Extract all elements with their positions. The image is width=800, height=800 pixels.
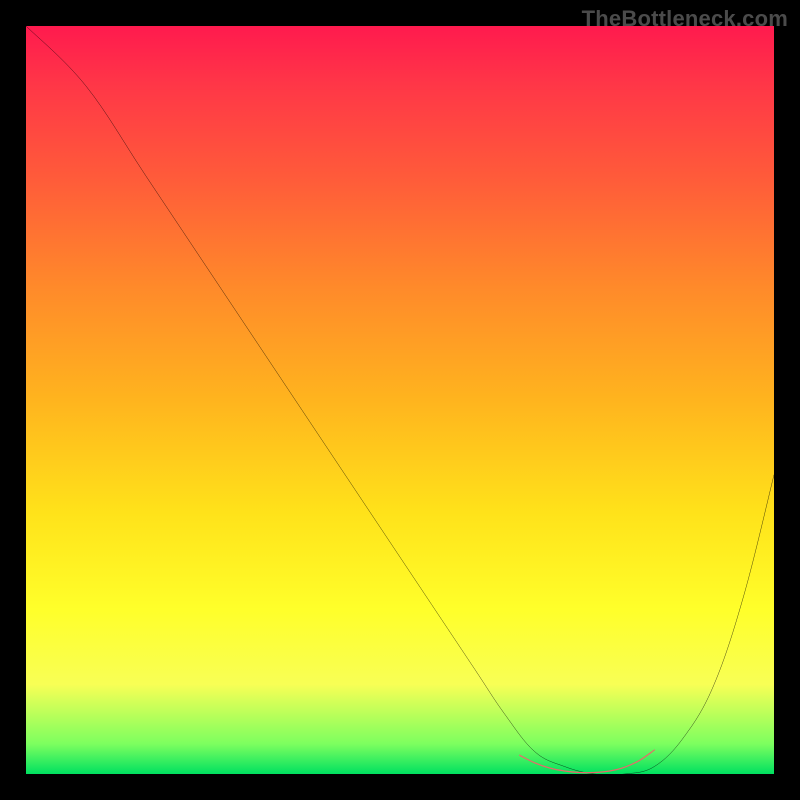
bottleneck-curve-path: [26, 26, 774, 774]
chart-plot-area: [26, 26, 774, 774]
highlight-band-path: [520, 750, 655, 773]
chart-svg: [26, 26, 774, 774]
chart-frame: TheBottleneck.com: [0, 0, 800, 800]
watermark-text: TheBottleneck.com: [582, 6, 788, 32]
